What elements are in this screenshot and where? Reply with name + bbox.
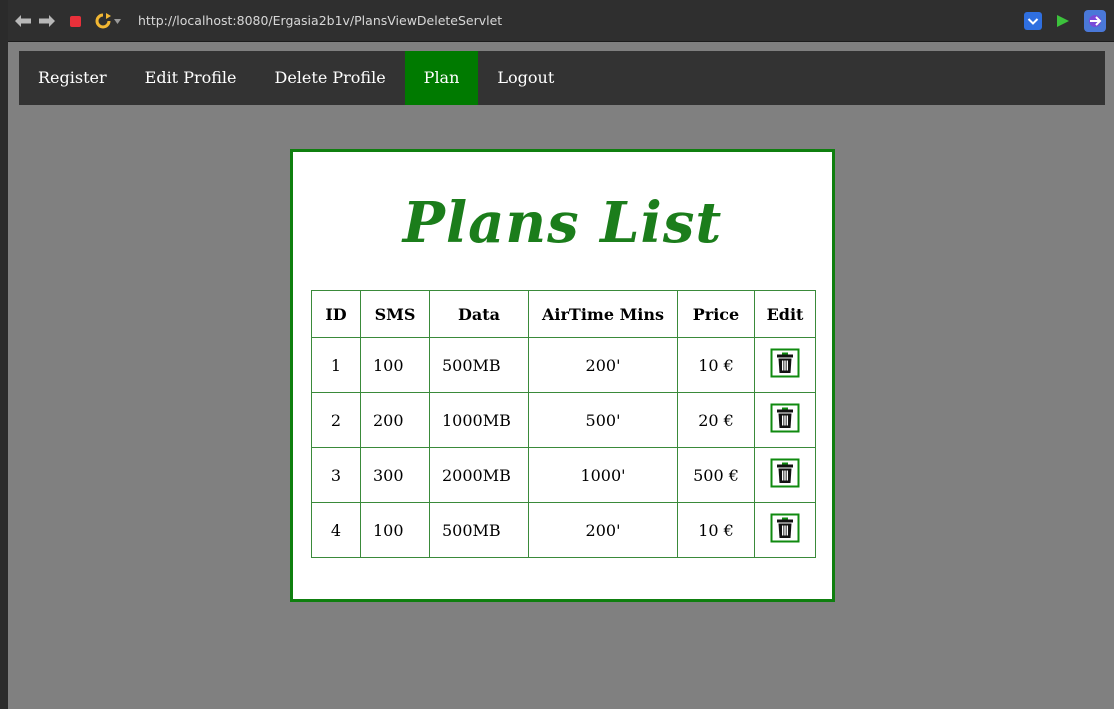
- nav-logout[interactable]: Logout: [478, 51, 573, 105]
- table-row: 1 100 500MB 200' 10 €: [311, 337, 816, 393]
- extension-icon[interactable]: [1084, 10, 1106, 32]
- delete-plan-button[interactable]: [770, 513, 800, 543]
- col-header-airtime: AirTime Mins: [528, 290, 678, 338]
- cell-price: 10 €: [677, 337, 755, 393]
- stop-button[interactable]: [68, 12, 82, 30]
- delete-plan-button[interactable]: [770, 458, 800, 488]
- cell-price: 500 €: [677, 447, 755, 503]
- cell-id: 3: [311, 447, 361, 503]
- cell-price: 10 €: [677, 502, 755, 558]
- table-row: 4 100 500MB 200' 10 €: [311, 502, 816, 558]
- cell-edit: [754, 337, 816, 393]
- col-header-sms: SMS: [360, 290, 430, 338]
- table-row: 3 300 2000MB 1000' 500 €: [311, 447, 816, 503]
- delete-plan-button[interactable]: [770, 403, 800, 433]
- table-row: 2 200 1000MB 500' 20 €: [311, 392, 816, 448]
- arrow-left-icon: [15, 15, 31, 27]
- trash-icon: [770, 513, 800, 543]
- cell-airtime: 200': [528, 337, 678, 393]
- nav-plan[interactable]: Plan: [404, 51, 479, 105]
- nav-register[interactable]: Register: [19, 51, 126, 105]
- cell-airtime: 200': [528, 502, 678, 558]
- cell-airtime: 500': [528, 392, 678, 448]
- plans-table: ID SMS Data AirTime Mins Price Edit 1 10…: [311, 290, 816, 558]
- stop-icon: [69, 15, 81, 27]
- cell-edit: [754, 447, 816, 503]
- col-header-data: Data: [429, 290, 529, 338]
- cell-data: 500MB: [429, 502, 529, 558]
- cell-data: 2000MB: [429, 447, 529, 503]
- cell-sms: 300: [360, 447, 430, 503]
- cell-edit: [754, 392, 816, 448]
- browser-toolbar: http://localhost:8080/Ergasia2b1v/PlansV…: [8, 0, 1114, 42]
- refresh-button[interactable]: [92, 12, 122, 30]
- main-navbar: Register Edit Profile Delete Profile Pla…: [19, 51, 1105, 105]
- window-edge: [0, 0, 8, 709]
- trash-icon: [770, 348, 800, 378]
- dropdown-icon[interactable]: [1024, 12, 1042, 30]
- play-icon[interactable]: [1056, 14, 1070, 28]
- cell-id: 4: [311, 502, 361, 558]
- nav-edit-profile[interactable]: Edit Profile: [126, 51, 256, 105]
- nav-delete-profile[interactable]: Delete Profile: [256, 51, 405, 105]
- cell-sms: 100: [360, 337, 430, 393]
- cell-id: 1: [311, 337, 361, 393]
- cell-airtime: 1000': [528, 447, 678, 503]
- back-button[interactable]: [14, 12, 32, 30]
- chevron-down-icon: [113, 18, 121, 24]
- delete-plan-button[interactable]: [770, 348, 800, 378]
- address-bar[interactable]: http://localhost:8080/Ergasia2b1v/PlansV…: [138, 12, 502, 30]
- cell-id: 2: [311, 392, 361, 448]
- cell-price: 20 €: [677, 392, 755, 448]
- refresh-icon: [95, 13, 111, 29]
- plans-card: Plans List ID SMS Data AirTime Mins Pric…: [290, 149, 835, 602]
- toolbar-right-icons: [1024, 10, 1106, 32]
- table-header-row: ID SMS Data AirTime Mins Price Edit: [311, 290, 816, 338]
- arrow-right-icon: [39, 15, 55, 27]
- cell-sms: 100: [360, 502, 430, 558]
- col-header-id: ID: [311, 290, 361, 338]
- col-header-price: Price: [677, 290, 755, 338]
- page-title: Plans List: [402, 190, 723, 256]
- trash-icon: [770, 403, 800, 433]
- trash-icon: [770, 458, 800, 488]
- col-header-edit: Edit: [754, 290, 816, 338]
- forward-button[interactable]: [38, 12, 56, 30]
- cell-data: 1000MB: [429, 392, 529, 448]
- cell-edit: [754, 502, 816, 558]
- cell-sms: 200: [360, 392, 430, 448]
- cell-data: 500MB: [429, 337, 529, 393]
